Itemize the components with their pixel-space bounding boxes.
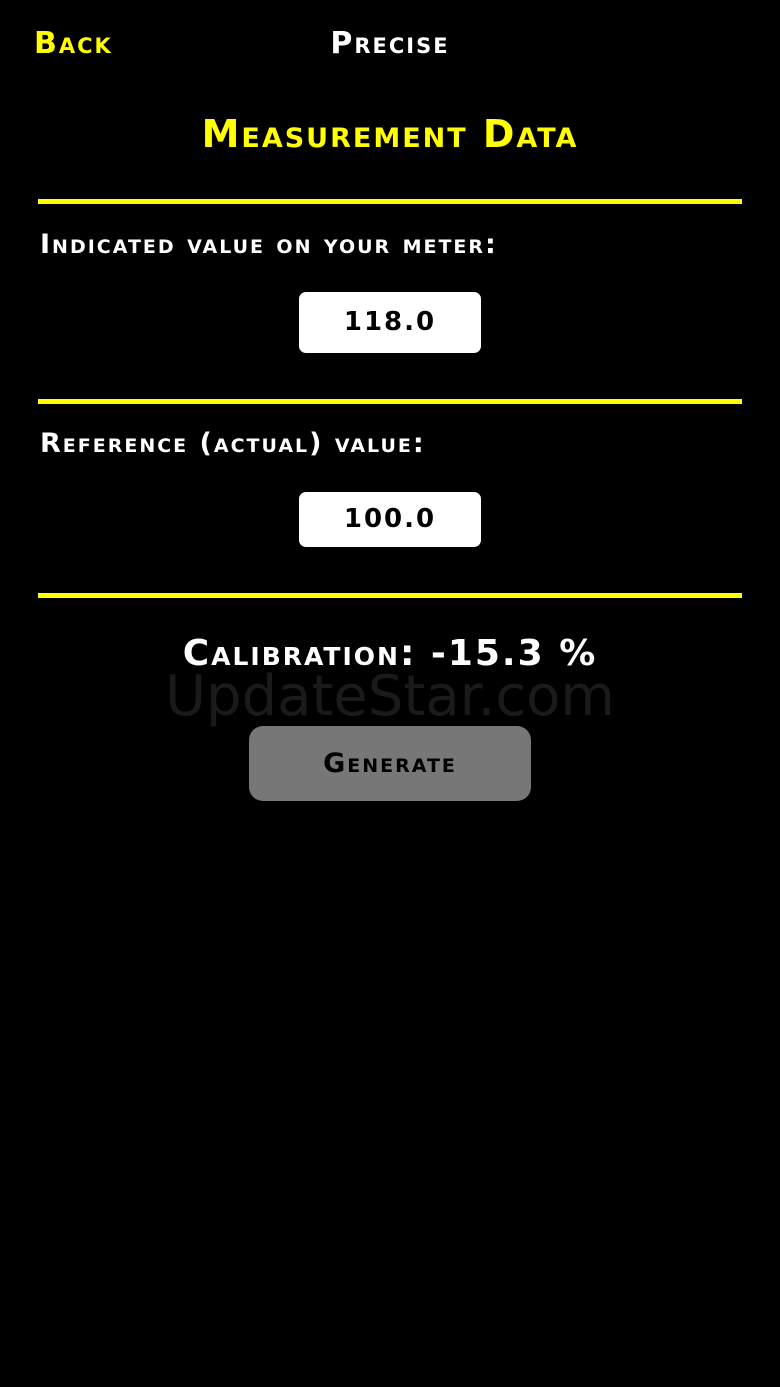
- divider-bottom: [38, 593, 742, 598]
- divider-middle: [38, 399, 742, 404]
- watermark-text: UpdateStar.com: [165, 664, 615, 729]
- indicated-value-field[interactable]: 118.0: [299, 292, 481, 353]
- indicated-value-label: Indicated value on your meter:: [40, 229, 498, 260]
- screen-title: Precise: [330, 26, 450, 61]
- divider-top: [38, 199, 742, 204]
- section-title: Measurement Data: [201, 112, 579, 156]
- reference-value-field[interactable]: 100.0: [299, 492, 481, 547]
- generate-button[interactable]: Generate: [249, 726, 531, 801]
- reference-value-label: Reference (actual) value:: [40, 428, 426, 459]
